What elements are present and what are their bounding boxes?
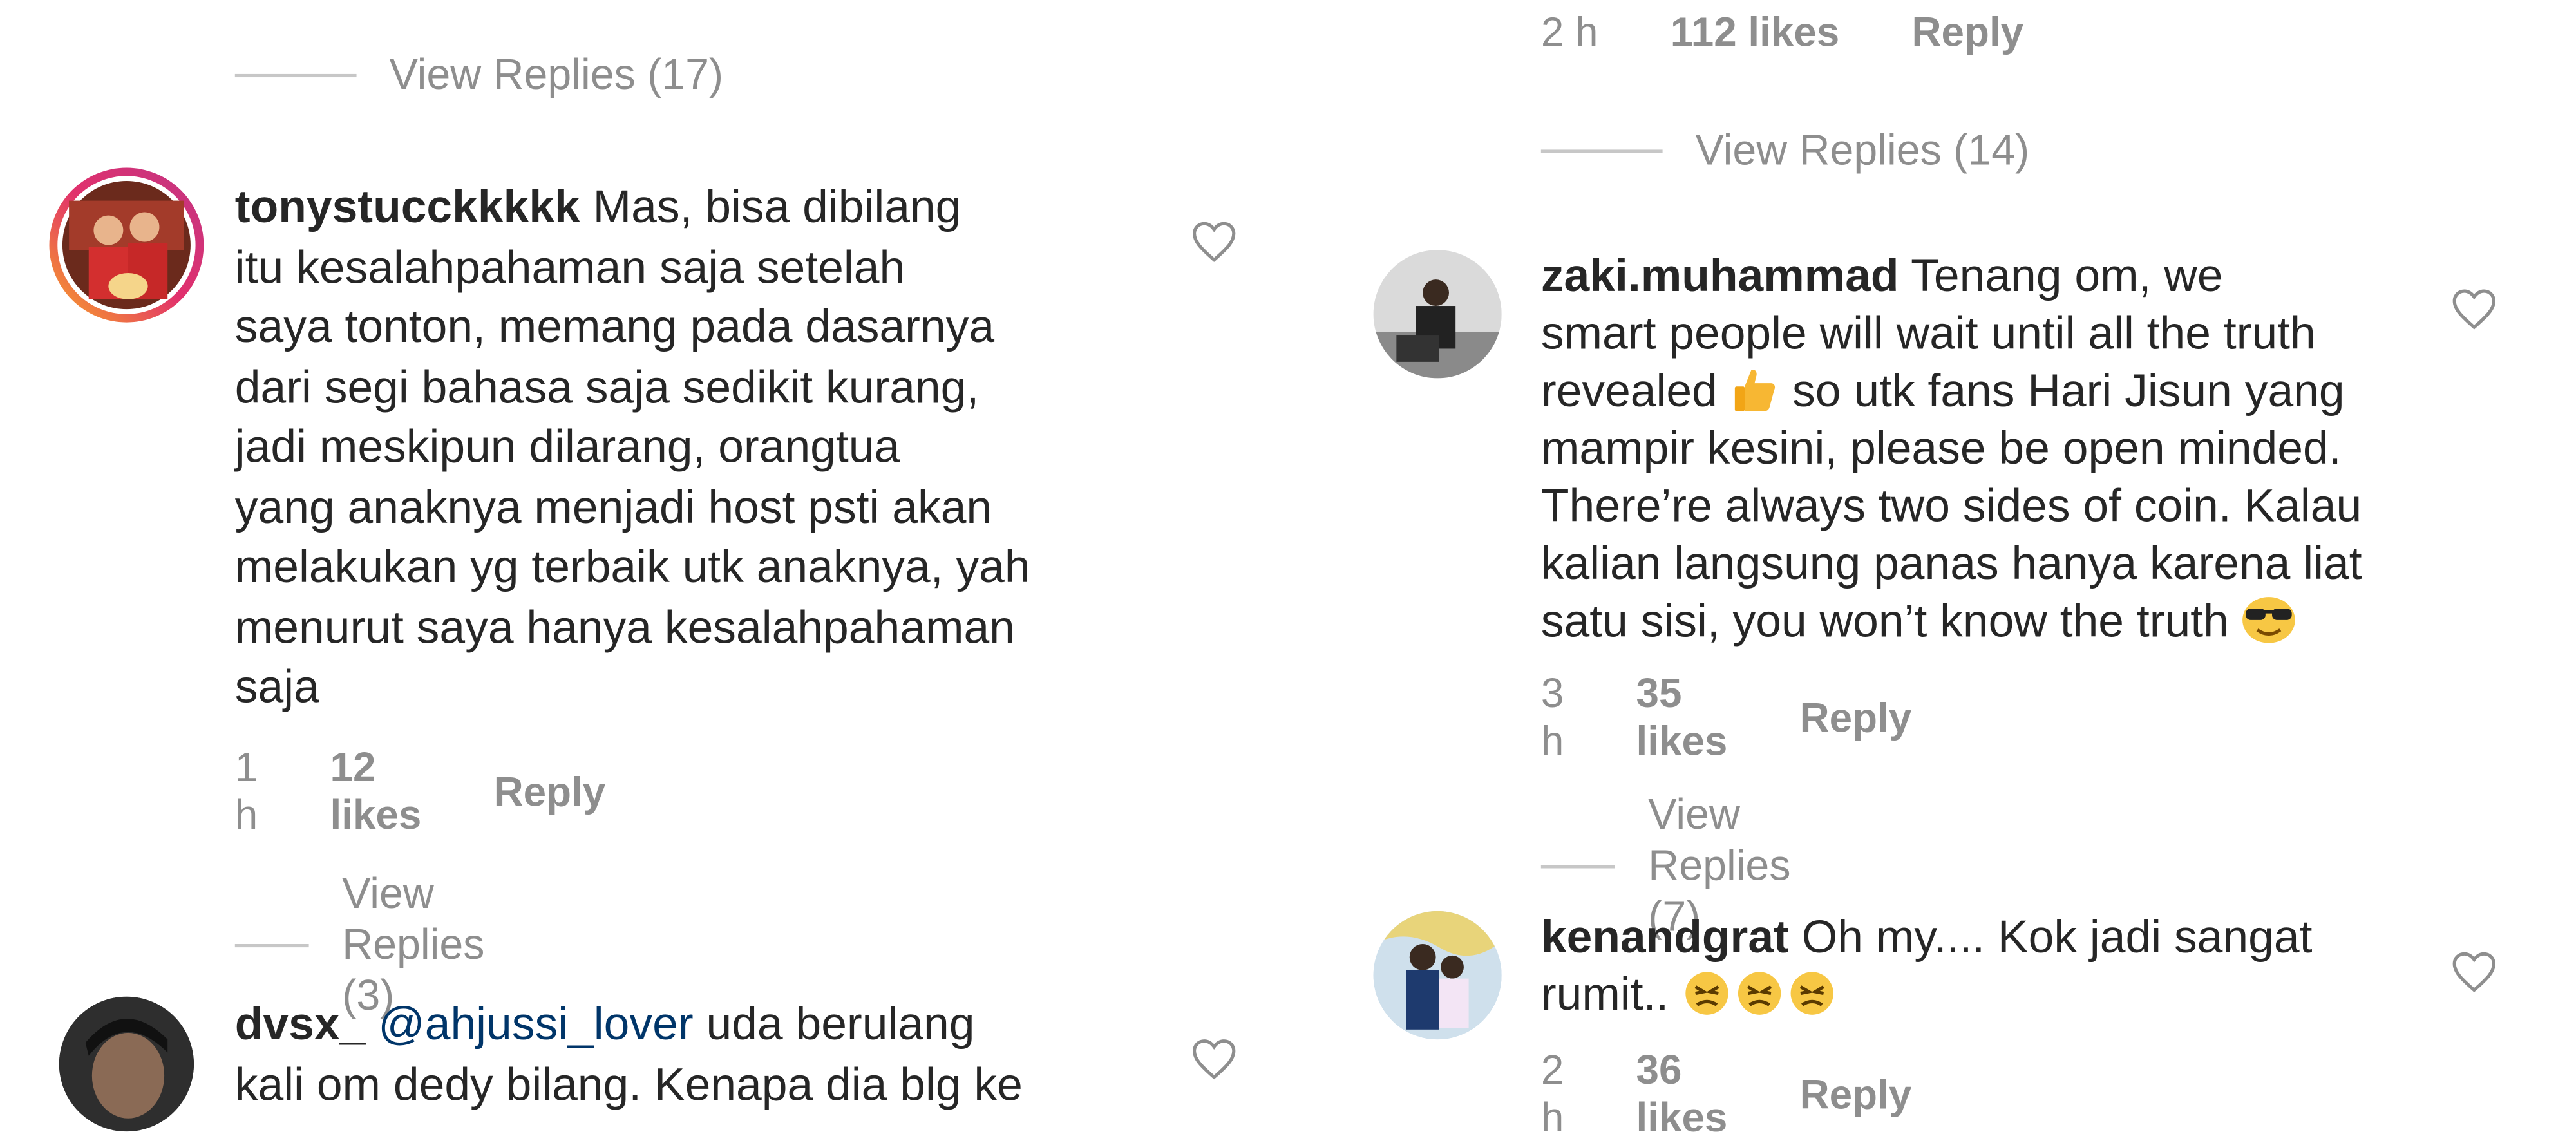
comment-username[interactable]: kenandgrat (1541, 911, 1789, 962)
avatar[interactable] (1373, 250, 1502, 379)
comment-time: 2 h (1540, 10, 1598, 56)
reply-button[interactable]: Reply (1911, 10, 2023, 57)
comment-meta: 2 h 36 likes Reply (1541, 1048, 1911, 1143)
view-replies-label: View Replies (14) (1695, 125, 2030, 175)
avatar[interactable] (59, 996, 194, 1132)
comment-meta: 2 h 112 likes Reply (1541, 10, 2023, 57)
comment-line: melakukan yg terbaik utk anaknya, yah (234, 541, 1030, 592)
divider-line (234, 73, 357, 77)
view-replies-label: View Replies (17) (389, 49, 724, 99)
comment-meta: 3 h 35 likes Reply (1541, 671, 1911, 766)
comment-line: kali om dedy bilang. Kenapa dia blg ke (234, 1058, 1023, 1110)
comment-line: satu sisi, you won’t know the truth (1540, 595, 2229, 647)
left-comments-column: View Replies (17) tonystucckkkkk Mas, bi… (0, 0, 1288, 1132)
reply-button[interactable]: Reply (1800, 695, 1912, 742)
comment-meta: 1 h 12 likes Reply (235, 745, 605, 840)
comment-text: Tenang om, we (1911, 250, 2223, 301)
comment-time: 2 h (1540, 1047, 1564, 1142)
divider-line (1540, 864, 1616, 868)
divider-line (1540, 149, 1663, 153)
comment-username[interactable]: dvsx_ (235, 998, 366, 1049)
comment-time: 3 h (1540, 671, 1564, 765)
user-avatar-photo-icon (57, 176, 196, 314)
comment-username[interactable]: tonystucckkkkk (235, 181, 580, 232)
comment-mention-link[interactable]: @ahjussi_lover (378, 998, 693, 1049)
comment-text: Oh my.... Kok jadi sangat (1801, 911, 2313, 963)
thumbs-up-emoji-icon (1735, 369, 1776, 411)
comment-line: kalian langsung panas hanya karena liat (1540, 538, 2362, 589)
comment-line: yang anaknya menjadi host psti akan (234, 481, 992, 533)
like-heart-icon[interactable] (2451, 288, 2497, 330)
comment-likes[interactable]: 12 likes (330, 745, 422, 840)
divider-line (234, 943, 310, 947)
comment-line: saja (234, 661, 319, 712)
view-replies-button[interactable]: View Replies (14) (1540, 125, 2030, 176)
reply-button[interactable]: Reply (494, 769, 606, 817)
comment-username[interactable]: zaki.muhammad (1541, 250, 1899, 301)
comment-likes[interactable]: 36 likes (1636, 1048, 1728, 1143)
comment-line: revealed (1540, 364, 1718, 417)
view-replies-button[interactable]: View Replies (17) (234, 49, 724, 100)
comment-body: tonystucckkkkk Mas, bisa dibilang itu ke… (235, 178, 1155, 718)
comment-line: mampir kesini, please be open minded. (1540, 422, 2342, 474)
sunglasses-emoji-icon (2243, 597, 2296, 643)
comment-body: dvsx_ @ahjussi_lover uda berulang kali o… (235, 995, 1221, 1115)
avatar[interactable] (49, 167, 204, 323)
reply-button[interactable]: Reply (1800, 1072, 1912, 1119)
user-avatar-photo-icon (1373, 250, 1502, 379)
comment-line: dari segi bahasa saja sedikit kurang, (234, 361, 980, 412)
right-comments-column: 2 h 112 likes Reply View Replies (14) za… (1288, 0, 2576, 1141)
user-avatar-photo-icon (1373, 911, 1502, 1040)
comment-body: zaki.muhammad Tenang om, we smart people… (1541, 247, 2461, 650)
comment-text: uda berulang (706, 998, 975, 1050)
persevering-face-emoji-icon (1685, 972, 1833, 1015)
comment-text: Mas, bisa dibilang (592, 180, 961, 232)
comment-line: so utk fans Hari Jisun yang (1792, 364, 2345, 417)
comments-screenshot: View Replies (17) tonystucckkkkk Mas, bi… (0, 0, 2576, 1141)
comment-likes[interactable]: 112 likes (1671, 10, 1839, 57)
like-heart-icon[interactable] (2451, 950, 2497, 993)
comment-line: menurut saya hanya kesalahpahaman (234, 601, 1015, 652)
like-heart-icon[interactable] (1191, 220, 1236, 263)
comment-line: There’re always two sides of coin. Kalau (1540, 480, 2362, 531)
comment-line: saya tonton, memang pada dasarnya (234, 301, 995, 352)
comment-line: smart people will wait until all the tru… (1540, 307, 2316, 359)
comment-line: itu kesalahpahaman saja setelah (234, 241, 905, 292)
comment-line: rumit.. (1540, 968, 1669, 1020)
comment-body: kenandgrat Oh my.... Kok jadi sangat rum… (1541, 908, 2461, 1023)
avatar[interactable] (1373, 911, 1502, 1040)
like-heart-icon[interactable] (1191, 1038, 1236, 1081)
comment-time: 1 h (234, 744, 258, 839)
comment-line: jadi meskipun dilarang, orangtua (234, 420, 900, 472)
user-avatar-photo-icon (59, 996, 194, 1132)
comment-likes[interactable]: 35 likes (1636, 671, 1728, 766)
